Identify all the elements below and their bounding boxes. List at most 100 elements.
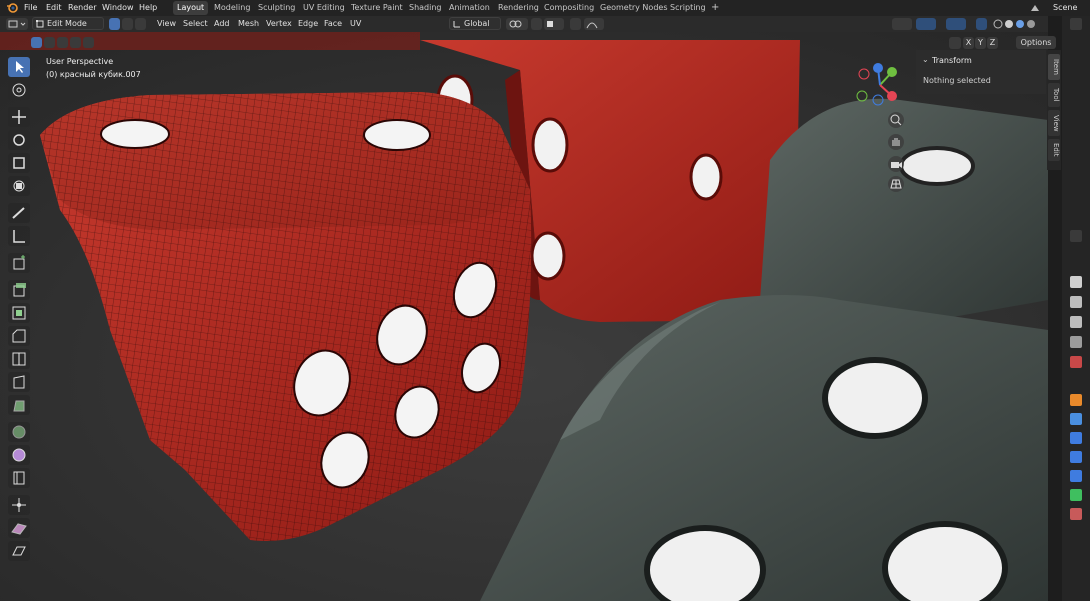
tab-view[interactable]: View: [1048, 110, 1060, 136]
loop-cut-icon[interactable]: [8, 349, 30, 369]
spin-icon[interactable]: [8, 422, 30, 442]
grid-perspective-icon[interactable]: [888, 176, 904, 192]
tab-tool[interactable]: Tool: [1048, 83, 1060, 107]
mirror-y-button[interactable]: Y: [975, 37, 986, 49]
menu-edge[interactable]: Edge: [298, 19, 318, 28]
outliner-filter-icon[interactable]: [1070, 18, 1082, 30]
menu-mesh[interactable]: Mesh: [238, 19, 259, 28]
rip-icon[interactable]: [8, 541, 30, 561]
render-properties-icon[interactable]: [1070, 296, 1082, 308]
physics-icon[interactable]: [1070, 451, 1082, 463]
menu-face[interactable]: Face: [324, 19, 342, 28]
modifier-wrench-icon[interactable]: [1070, 413, 1082, 425]
snap-toggle-icon[interactable]: [531, 18, 542, 30]
shear-icon[interactable]: [8, 518, 30, 538]
pan-hand-icon[interactable]: [888, 134, 904, 150]
scene-properties-icon[interactable]: [1070, 356, 1082, 368]
extrude-icon[interactable]: [8, 280, 30, 300]
tab-shading[interactable]: Shading: [405, 1, 446, 15]
mirror-icon[interactable]: [949, 37, 961, 49]
menu-select[interactable]: Select: [183, 19, 208, 28]
gizmo-toggle-icon[interactable]: [916, 18, 936, 30]
rotate-icon[interactable]: [8, 130, 30, 150]
menu-edit[interactable]: Edit: [46, 3, 62, 12]
tab-edit[interactable]: Edit: [1048, 139, 1060, 161]
poly-build-icon[interactable]: [8, 395, 30, 415]
measure-icon[interactable]: [8, 226, 30, 246]
menu-window[interactable]: Window: [102, 3, 134, 12]
tab-geometry-nodes[interactable]: Geometry Nodes: [596, 1, 671, 15]
menu-uv[interactable]: UV: [350, 19, 361, 28]
menu-file[interactable]: File: [24, 3, 37, 12]
pivot-point-button[interactable]: [506, 18, 528, 30]
transform-section-header[interactable]: Transform: [932, 56, 972, 65]
tool-settings-icon[interactable]: [1070, 276, 1082, 288]
mirror-z-button[interactable]: Z: [987, 37, 998, 49]
move-icon[interactable]: [8, 107, 30, 127]
options-dropdown[interactable]: Options: [1016, 36, 1056, 49]
tab-texture-paint[interactable]: Texture Paint: [347, 1, 407, 15]
annotate-icon[interactable]: [8, 203, 30, 223]
edge-select-button[interactable]: [122, 18, 133, 30]
transform-orientation-dropdown[interactable]: Global: [449, 17, 501, 30]
view-layer-icon[interactable]: [1070, 336, 1082, 348]
select-box-icon[interactable]: [8, 57, 30, 77]
properties-editor-icon[interactable]: [1070, 230, 1082, 242]
tab-uv-editing[interactable]: UV Editing: [299, 1, 349, 15]
tab-layout[interactable]: Layout: [173, 1, 209, 15]
vertex-select-button[interactable]: [109, 18, 120, 30]
add-workspace-button[interactable]: +: [707, 1, 723, 15]
scene-selector[interactable]: Scene: [1053, 3, 1077, 12]
scale-icon[interactable]: [8, 153, 30, 173]
tab-animation[interactable]: Animation: [445, 1, 494, 15]
shading-mode-buttons[interactable]: [992, 18, 1042, 30]
knife-icon[interactable]: [8, 372, 30, 392]
tab-modeling[interactable]: Modeling: [210, 1, 254, 15]
edge-slide-icon[interactable]: [8, 468, 30, 488]
tab-compositing[interactable]: Compositing: [540, 1, 598, 15]
smooth-icon[interactable]: [8, 445, 30, 465]
tab-rendering[interactable]: Rendering: [494, 1, 543, 15]
editor-type-button[interactable]: [6, 18, 28, 30]
xray-toggle-icon[interactable]: [976, 18, 987, 30]
add-cube-icon[interactable]: [8, 253, 30, 273]
menu-help[interactable]: Help: [139, 3, 157, 12]
select-mode-intersect-icon[interactable]: [83, 37, 94, 48]
tab-item[interactable]: Item: [1048, 54, 1060, 80]
tab-scripting[interactable]: Scripting: [666, 1, 710, 15]
tab-sculpting[interactable]: Sculpting: [254, 1, 299, 15]
camera-view-icon[interactable]: [888, 156, 904, 172]
select-mode-extend-icon[interactable]: [44, 37, 55, 48]
mode-dropdown[interactable]: Edit Mode: [32, 17, 104, 30]
select-mode-subtract-icon[interactable]: [57, 37, 68, 48]
object-visibility-icon[interactable]: [892, 18, 912, 30]
mirror-x-button[interactable]: X: [963, 37, 974, 49]
orientation-gizmo-icon[interactable]: [850, 60, 910, 110]
face-select-button[interactable]: [135, 18, 146, 30]
shrink-fatten-icon[interactable]: [8, 495, 30, 515]
bevel-icon[interactable]: [8, 326, 30, 346]
menu-vertex[interactable]: Vertex: [266, 19, 292, 28]
menu-add[interactable]: Add: [214, 19, 230, 28]
material-icon[interactable]: [1070, 508, 1082, 520]
scene-icon[interactable]: [1030, 3, 1040, 13]
object-properties-icon[interactable]: [1070, 394, 1082, 406]
select-mode-new-icon[interactable]: [31, 37, 42, 48]
select-mode-invert-icon[interactable]: [70, 37, 81, 48]
mesh-data-icon[interactable]: [1070, 489, 1082, 501]
menu-render[interactable]: Render: [68, 3, 96, 12]
zoom-icon[interactable]: [888, 112, 904, 128]
cursor-icon[interactable]: [8, 80, 30, 100]
overlay-toggle-icon[interactable]: [946, 18, 966, 30]
snap-target-button[interactable]: [544, 18, 564, 30]
inset-icon[interactable]: [8, 303, 30, 323]
chevron-down-icon[interactable]: ⌄: [922, 55, 929, 64]
particles-icon[interactable]: [1070, 432, 1082, 444]
constraints-icon[interactable]: [1070, 470, 1082, 482]
menu-view[interactable]: View: [157, 19, 176, 28]
transform-icon[interactable]: [8, 176, 30, 196]
falloff-curve-icon[interactable]: [584, 18, 604, 30]
output-properties-icon[interactable]: [1070, 316, 1082, 328]
blender-logo-icon[interactable]: [6, 2, 18, 14]
proportional-edit-icon[interactable]: [570, 18, 581, 30]
